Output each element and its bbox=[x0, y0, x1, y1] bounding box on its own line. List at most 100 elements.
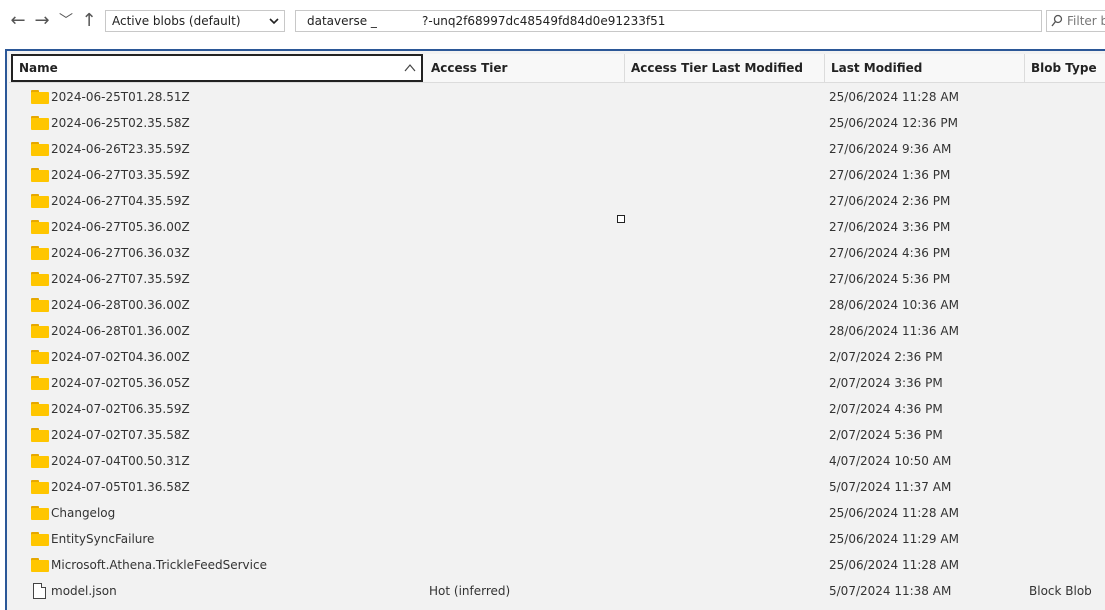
table-row[interactable]: Changelog 25/06/2024 11:28 AM bbox=[7, 500, 1105, 526]
up-arrow-icon[interactable]: ↑ bbox=[79, 10, 99, 32]
cell-last-modified: 25/06/2024 11:28 AM bbox=[829, 558, 959, 572]
table-row[interactable]: 2024-06-28T00.36.00Z 28/06/2024 10:36 AM bbox=[7, 292, 1105, 318]
table-row[interactable]: Microsoft.Athena.TrickleFeedService 25/06… bbox=[7, 552, 1105, 578]
column-header-access-tier[interactable]: Access Tier bbox=[425, 54, 625, 82]
cell-name: 2024-06-27T06.36.03Z bbox=[51, 246, 190, 260]
file-icon bbox=[33, 583, 46, 599]
table-row[interactable]: 2024-06-25T01.28.51Z 25/06/2024 11:28 AM bbox=[7, 84, 1105, 110]
cell-last-modified: 4/07/2024 10:50 AM bbox=[829, 454, 952, 468]
cell-last-modified: 25/06/2024 11:28 AM bbox=[829, 506, 959, 520]
filter-placeholder: Filter b bbox=[1067, 14, 1105, 28]
cell-name: 2024-07-02T06.35.59Z bbox=[51, 402, 190, 416]
cell-name: 2024-06-25T01.28.51Z bbox=[51, 90, 190, 104]
folder-icon bbox=[31, 194, 49, 208]
folder-icon bbox=[31, 90, 49, 104]
table-row[interactable]: model.json Hot (inferred) 5/07/2024 11:38 … bbox=[7, 578, 1105, 604]
folder-icon bbox=[31, 506, 49, 520]
column-header-last-modified[interactable]: Last Modified bbox=[825, 54, 1025, 82]
table-row[interactable]: 2024-06-28T01.36.00Z 28/06/2024 11:36 AM bbox=[7, 318, 1105, 344]
filter-input[interactable]: Filter b bbox=[1046, 10, 1105, 32]
table-row[interactable]: 2024-06-27T03.35.59Z 27/06/2024 1:36 PM bbox=[7, 162, 1105, 188]
folder-icon bbox=[31, 272, 49, 286]
table-row[interactable]: EntitySyncFailure 25/06/2024 11:29 AM bbox=[7, 526, 1105, 552]
table-row[interactable]: 2024-07-02T07.35.58Z 2/07/2024 5:36 PM bbox=[7, 422, 1105, 448]
cell-name: 2024-07-05T01.36.58Z bbox=[51, 480, 190, 494]
blob-filter-value: Active blobs (default) bbox=[112, 14, 241, 28]
search-icon bbox=[1051, 14, 1063, 31]
folder-icon bbox=[31, 142, 49, 156]
cell-name: 2024-07-02T04.36.00Z bbox=[51, 350, 190, 364]
folder-icon bbox=[31, 428, 49, 442]
cell-last-modified: 2/07/2024 3:36 PM bbox=[829, 376, 943, 390]
cell-name: 2024-06-27T05.36.00Z bbox=[51, 220, 190, 234]
table-row[interactable]: 2024-07-04T00.50.31Z 4/07/2024 10:50 AM bbox=[7, 448, 1105, 474]
column-header-access-tier-last-modified[interactable]: Access Tier Last Modified bbox=[625, 54, 825, 82]
table-row[interactable]: 2024-06-26T23.35.59Z 27/06/2024 9:36 AM bbox=[7, 136, 1105, 162]
cursor-indicator bbox=[617, 215, 625, 223]
table-row[interactable]: 2024-06-27T05.36.00Z 27/06/2024 3:36 PM bbox=[7, 214, 1105, 240]
column-header-blob-type[interactable]: Blob Type bbox=[1025, 54, 1105, 82]
column-header-name[interactable]: Name bbox=[11, 54, 423, 82]
table-row[interactable]: 2024-06-27T07.35.59Z 27/06/2024 5:36 PM bbox=[7, 266, 1105, 292]
back-arrow-icon[interactable]: ← bbox=[8, 10, 28, 32]
cell-last-modified: 27/06/2024 5:36 PM bbox=[829, 272, 951, 286]
cell-last-modified: 2/07/2024 2:36 PM bbox=[829, 350, 943, 364]
folder-icon bbox=[31, 350, 49, 364]
folder-icon bbox=[31, 220, 49, 234]
folder-icon bbox=[31, 558, 49, 572]
folder-icon bbox=[31, 324, 49, 338]
folder-icon bbox=[31, 454, 49, 468]
cell-name: 2024-06-27T04.35.59Z bbox=[51, 194, 190, 208]
table-row[interactable]: 2024-07-02T05.36.05Z 2/07/2024 3:36 PM bbox=[7, 370, 1105, 396]
cell-access-tier: Hot (inferred) bbox=[429, 584, 511, 598]
folder-icon bbox=[31, 532, 49, 546]
cell-last-modified: 27/06/2024 1:36 PM bbox=[829, 168, 951, 182]
cell-name: 2024-06-27T03.35.59Z bbox=[51, 168, 190, 182]
table-row[interactable]: 2024-07-02T06.35.59Z 2/07/2024 4:36 PM bbox=[7, 396, 1105, 422]
folder-icon bbox=[31, 480, 49, 494]
toolbar: ← → ﹀ ↑ Active blobs (default) dataverse… bbox=[0, 0, 1105, 44]
table-row[interactable]: 2024-06-25T02.35.58Z 25/06/2024 12:36 PM bbox=[7, 110, 1105, 136]
cell-last-modified: 28/06/2024 11:36 AM bbox=[829, 324, 959, 338]
folder-icon bbox=[31, 116, 49, 130]
table-row[interactable]: 2024-06-27T06.36.03Z 27/06/2024 4:36 PM bbox=[7, 240, 1105, 266]
folder-icon bbox=[31, 168, 49, 182]
path-field[interactable]: dataverse _ ?-unq2f68997dc48549fd84d0e91… bbox=[295, 10, 1042, 32]
cell-name: 2024-06-27T07.35.59Z bbox=[51, 272, 190, 286]
cell-name: 2024-06-28T01.36.00Z bbox=[51, 324, 190, 338]
cell-name: 2024-07-02T05.36.05Z bbox=[51, 376, 190, 390]
folder-icon bbox=[31, 298, 49, 312]
cell-name: Microsoft.Athena.TrickleFeedService bbox=[51, 558, 267, 572]
cell-last-modified: 27/06/2024 9:36 AM bbox=[829, 142, 952, 156]
column-header-row: Name Access Tier Access Tier Last Modifi… bbox=[9, 54, 1105, 83]
cell-last-modified: 5/07/2024 11:37 AM bbox=[829, 480, 952, 494]
blob-filter-dropdown[interactable]: Active blobs (default) bbox=[105, 10, 285, 32]
blob-list-panel: Name Access Tier Access Tier Last Modifi… bbox=[5, 49, 1105, 610]
folder-icon bbox=[31, 376, 49, 390]
cell-last-modified: 27/06/2024 2:36 PM bbox=[829, 194, 951, 208]
blob-rows: 2024-06-25T01.28.51Z 25/06/2024 11:28 AM 2… bbox=[7, 84, 1105, 604]
cell-name: model.json bbox=[51, 584, 117, 598]
table-row[interactable]: 2024-07-02T04.36.00Z 2/07/2024 2:36 PM bbox=[7, 344, 1105, 370]
cell-name: Changelog bbox=[51, 506, 116, 520]
table-row[interactable]: 2024-06-27T04.35.59Z 27/06/2024 2:36 PM bbox=[7, 188, 1105, 214]
cell-last-modified: 2/07/2024 4:36 PM bbox=[829, 402, 943, 416]
column-header-name-label: Name bbox=[19, 61, 58, 75]
cell-last-modified: 28/06/2024 10:36 AM bbox=[829, 298, 959, 312]
cell-last-modified: 27/06/2024 3:36 PM bbox=[829, 220, 951, 234]
forward-arrow-icon[interactable]: → bbox=[32, 10, 52, 32]
cell-name: 2024-06-25T02.35.58Z bbox=[51, 116, 190, 130]
cell-name: 2024-07-04T00.50.31Z bbox=[51, 454, 190, 468]
cell-name: 2024-06-26T23.35.59Z bbox=[51, 142, 190, 156]
cell-last-modified: 2/07/2024 5:36 PM bbox=[829, 428, 943, 442]
cell-blob-type: Block Blob bbox=[1029, 584, 1092, 598]
chevron-down-icon bbox=[268, 13, 280, 32]
path-segment-folder: ?-unq2f68997dc48549fd84d0e91233f51 bbox=[422, 14, 666, 28]
recent-locations-chevron-icon[interactable]: ﹀ bbox=[56, 10, 76, 32]
cell-last-modified: 25/06/2024 12:36 PM bbox=[829, 116, 958, 130]
table-row[interactable]: 2024-07-05T01.36.58Z 5/07/2024 11:37 AM bbox=[7, 474, 1105, 500]
path-segment-container: dataverse _ bbox=[307, 14, 377, 28]
cell-name: 2024-07-02T07.35.58Z bbox=[51, 428, 190, 442]
cell-last-modified: 5/07/2024 11:38 AM bbox=[829, 584, 952, 598]
cell-last-modified: 25/06/2024 11:28 AM bbox=[829, 90, 959, 104]
